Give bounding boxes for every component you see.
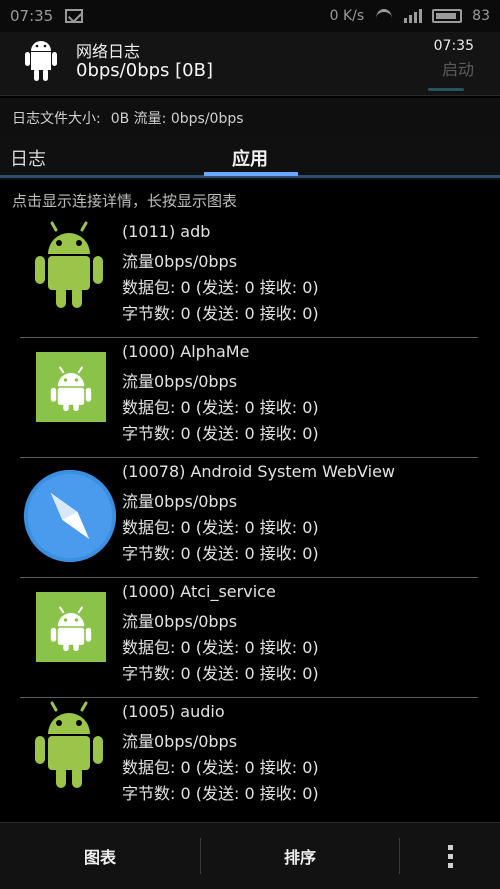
app-bytes: 字节数: 0 (发送: 0 接收: 0) — [122, 304, 319, 323]
header-clock: 07:35 — [433, 38, 474, 54]
overflow-menu-button[interactable] — [400, 844, 500, 868]
status-bar: 07:35 0 K/s 83 — [0, 0, 500, 32]
app-traffic: 流量0bps/0bps — [122, 252, 238, 271]
log-file-label: 日志文件大小: — [12, 111, 101, 127]
app-packets: 数据包: 0 (发送: 0 接收: 0) — [122, 398, 319, 417]
list-item[interactable]: (1000) AlphaMe 流量0bps/0bps 数据包: 0 (发送: 0… — [0, 338, 500, 458]
log-summary: 0B 流量: 0bps/0bps — [110, 111, 244, 127]
sort-button[interactable]: 排序 — [201, 823, 399, 889]
app-traffic: 流量0bps/0bps — [122, 612, 238, 631]
list-item[interactable]: (1000) Atci_service 流量0bps/0bps 数据包: 0 (… — [0, 578, 500, 698]
overflow-menu-icon — [447, 844, 453, 868]
app-packets: 数据包: 0 (发送: 0 接收: 0) — [122, 758, 319, 777]
signal-icon — [404, 9, 423, 23]
app-name: (1011) adb — [122, 222, 211, 241]
tab-active-indicator — [204, 172, 298, 176]
bottom-action-bar: 图表 排序 — [0, 822, 500, 889]
status-time: 07:35 — [10, 7, 54, 25]
app-bytes: 字节数: 0 (发送: 0 接收: 0) — [122, 424, 319, 443]
list-item[interactable]: (1011) adb 流量0bps/0bps 数据包: 0 (发送: 0 接收:… — [0, 218, 500, 338]
start-indicator — [428, 88, 464, 91]
app-packets: 数据包: 0 (发送: 0 接收: 0) — [122, 278, 319, 297]
android-logo-icon — [25, 41, 57, 81]
android-square-icon — [36, 592, 106, 662]
status-right: 0 K/s 83 — [330, 8, 490, 24]
android-square-icon — [36, 352, 106, 422]
app-name: (1005) audio — [122, 702, 225, 721]
list-item[interactable]: (1005) audio 流量0bps/0bps 数据包: 0 (发送: 0 接… — [0, 698, 500, 818]
app-traffic: 流量0bps/0bps — [122, 492, 238, 511]
start-button[interactable]: 启动 — [442, 56, 474, 80]
android-robot-icon — [35, 701, 103, 788]
app-packets: 数据包: 0 (发送: 0 接收: 0) — [122, 638, 319, 657]
app-packets: 数据包: 0 (发送: 0 接收: 0) — [122, 518, 319, 537]
header-subtitle: 0bps/0bps [0B] — [76, 60, 213, 81]
app-name: (1000) AlphaMe — [122, 342, 250, 361]
app-name: (1000) Atci_service — [122, 582, 276, 601]
android-robot-icon — [35, 221, 103, 308]
log-info-bar: 日志文件大小: 0B 流量: 0bps/0bps — [0, 98, 500, 138]
wifi-icon — [374, 9, 394, 23]
app-bytes: 字节数: 0 (发送: 0 接收: 0) — [122, 664, 319, 683]
battery-icon — [432, 9, 463, 23]
chart-button[interactable]: 图表 — [0, 823, 200, 889]
battery-level: 83 — [472, 8, 490, 24]
app-header: 网络日志 0bps/0bps [0B] 07:35 启动 — [0, 32, 500, 96]
app-name: (10078) Android System WebView — [122, 462, 396, 481]
hint-text: 点击显示连接详情，长按显示图表 — [12, 192, 238, 210]
header-title: 网络日志 — [76, 42, 141, 61]
list-item[interactable]: (10078) Android System WebView 流量0bps/0b… — [0, 458, 500, 578]
compass-icon — [23, 469, 117, 563]
net-speed: 0 K/s — [329, 8, 365, 24]
app-bytes: 字节数: 0 (发送: 0 接收: 0) — [122, 784, 319, 803]
app-traffic: 流量0bps/0bps — [122, 372, 238, 391]
app-bytes: 字节数: 0 (发送: 0 接收: 0) — [122, 544, 319, 563]
mailbox-icon — [65, 9, 84, 23]
app-traffic: 流量0bps/0bps — [122, 732, 238, 751]
